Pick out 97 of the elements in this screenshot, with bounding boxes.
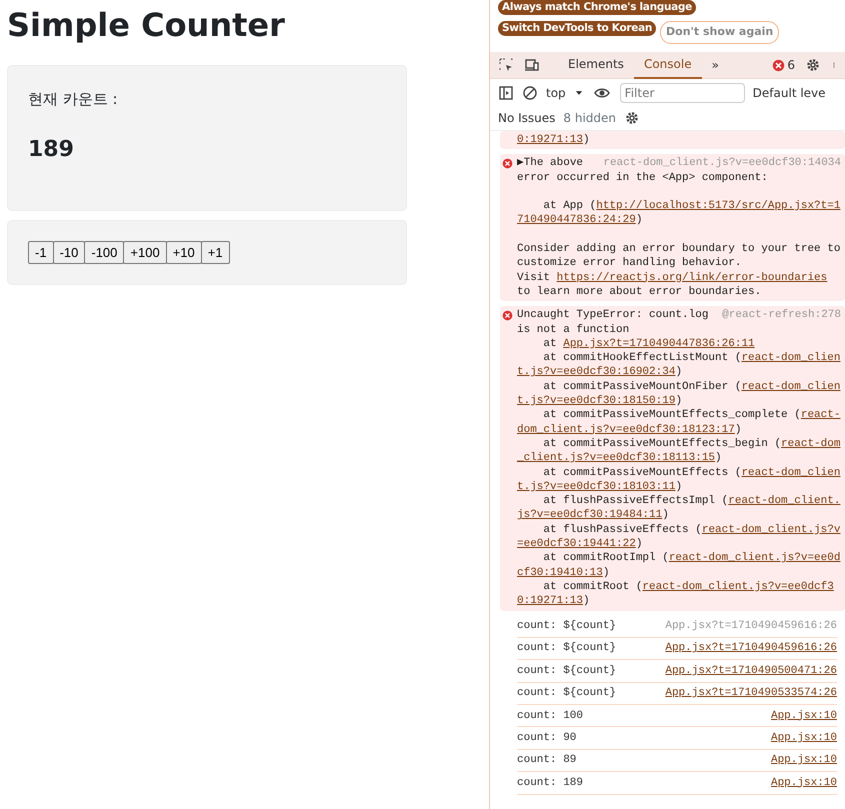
stack-link[interactable]: react-dom_client. bbox=[728, 495, 840, 508]
page-title: Simple Counter bbox=[7, 8, 286, 44]
sidebar-icon[interactable] bbox=[498, 84, 514, 100]
source-link[interactable]: App.jsx:10 bbox=[770, 708, 837, 724]
stack-link[interactable]: 710490447836:24:29 bbox=[517, 214, 636, 226]
devtools-tab[interactable]: Console bbox=[634, 52, 702, 78]
source-link[interactable]: App.jsx:10 bbox=[770, 730, 837, 746]
stack-link[interactable]: react-dom bbox=[781, 438, 840, 450]
message-text: at flushPassiveEffectsImpl ( bbox=[542, 495, 728, 508]
message-text: ) bbox=[636, 538, 642, 550]
devtools-tab[interactable]: Elements bbox=[558, 52, 634, 78]
stack-link[interactable]: react-dom_client.js?v bbox=[702, 524, 840, 536]
log-text: count: ${count} bbox=[517, 664, 616, 679]
log-text: count: ${count} bbox=[517, 686, 616, 702]
device-icon[interactable] bbox=[524, 57, 540, 73]
message-text: at commitPassiveMountEffects ( bbox=[542, 466, 742, 479]
context-dropdown[interactable]: top bbox=[546, 84, 584, 102]
stack-link[interactable]: js?v=ee0dcf30:19484:11 bbox=[517, 509, 662, 522]
issues-button[interactable]: No Issues bbox=[498, 109, 556, 127]
stack-link[interactable]: react-dom_client.js?v=ee0d bbox=[668, 552, 840, 564]
stack-link[interactable]: cf30:19410:13 bbox=[517, 566, 603, 579]
log-text: count: 100 bbox=[517, 708, 584, 724]
stack-link[interactable]: dom_client.js?v=ee0dcf30:18123:17 bbox=[517, 424, 735, 436]
log-text: count: ${count} bbox=[517, 641, 616, 656]
counter-button[interactable]: -10 bbox=[52, 240, 86, 264]
log-text: count: 189 bbox=[517, 776, 584, 791]
stack-link[interactable]: =ee0dcf30:19441:22 bbox=[517, 538, 636, 550]
log-text: count: 89 bbox=[517, 753, 576, 768]
stack-link[interactable]: react-dom_clien bbox=[741, 466, 840, 479]
count-label: 현재 카운트 : bbox=[28, 89, 119, 110]
inspect-icon[interactable] bbox=[498, 57, 514, 73]
message-text: at flushPassiveEffects ( bbox=[542, 524, 702, 536]
message-text: at commitPassiveMountEffects_complete ( bbox=[542, 409, 801, 422]
more-tabs-button[interactable]: » bbox=[712, 56, 719, 74]
message-text: ) bbox=[675, 395, 682, 408]
message-text: The above bbox=[524, 157, 584, 170]
message-text: ) bbox=[636, 214, 642, 226]
message-text: is not a function bbox=[517, 324, 630, 336]
banner-button[interactable]: Switch DevTools to Korean bbox=[498, 21, 656, 36]
source-link[interactable]: App.jsx:10 bbox=[770, 752, 837, 769]
counter-button[interactable]: -100 bbox=[84, 240, 124, 264]
message-text: ) bbox=[675, 366, 682, 378]
message-text: at App ( bbox=[542, 200, 596, 212]
hidden-count: 8 hidden bbox=[563, 110, 616, 127]
stack-link[interactable]: http://localhost:5173/src/App.jsx?t=1 bbox=[596, 200, 840, 212]
log-levels-dropdown[interactable]: Default leve bbox=[752, 84, 826, 102]
error-icon[interactable] bbox=[772, 58, 786, 72]
log-text: count: ${count} bbox=[517, 618, 616, 634]
settings-icon[interactable] bbox=[805, 57, 821, 73]
message-text: ) bbox=[715, 452, 722, 464]
banner-button[interactable]: Always match Chrome's language bbox=[498, 0, 696, 15]
stack-link[interactable]: App.jsx?t=1710490447836:26:11 bbox=[563, 338, 755, 350]
stack-link[interactable]: https://reactjs.org/link/error-boundaries bbox=[556, 272, 828, 284]
message-text: ) bbox=[675, 480, 682, 493]
stack-link[interactable]: react-dom_clien bbox=[741, 352, 840, 364]
counter-button[interactable]: -1 bbox=[28, 240, 54, 264]
counter-button[interactable]: +1 bbox=[200, 240, 230, 264]
message-text: at commitPassiveMountOnFiber ( bbox=[542, 380, 742, 393]
stack-link[interactable]: react-dom_clien bbox=[741, 380, 840, 393]
message-text: Visit bbox=[517, 272, 552, 284]
settings-icon[interactable] bbox=[624, 110, 640, 126]
message-text: at bbox=[542, 338, 558, 350]
stack-link[interactable]: react- bbox=[800, 409, 840, 422]
filter-field[interactable]: Filter bbox=[620, 82, 745, 102]
counter-button[interactable]: +10 bbox=[166, 240, 202, 264]
banner-button[interactable]: Don't show again bbox=[660, 21, 780, 44]
clear-icon[interactable] bbox=[522, 84, 538, 100]
source-link[interactable]: App.jsx?t=1710490459616:26 bbox=[665, 640, 837, 657]
stack-link[interactable]: 0:19271:13 bbox=[517, 595, 584, 608]
message-text: at commitHookEffectListMount ( bbox=[542, 352, 742, 364]
counter-button[interactable]: +100 bbox=[123, 240, 167, 264]
message-text: ) bbox=[583, 134, 590, 146]
expand-arrow[interactable]: ▶ bbox=[517, 157, 524, 170]
stack-link[interactable]: t.js?v=ee0dcf30:18103:11 bbox=[517, 480, 676, 493]
count-value: 189 bbox=[28, 136, 75, 164]
message-text: ) bbox=[734, 424, 742, 436]
log-text: count: 90 bbox=[517, 730, 576, 746]
message-text: Consider adding an error boundary to your tree to bbox=[517, 243, 840, 256]
message-text: Uncaught TypeError: count.log bbox=[517, 309, 710, 322]
source-link[interactable]: App.jsx:10 bbox=[770, 774, 837, 792]
message-text: to learn more about error boundaries. bbox=[517, 286, 762, 298]
stack-link[interactable]: t.js?v=ee0dcf30:18150:19 bbox=[517, 395, 676, 408]
stack-link[interactable]: react-dom_client.js?v=ee0dcf3 bbox=[642, 580, 834, 593]
stack-link[interactable]: t.js?v=ee0dcf30:16902:34 bbox=[517, 366, 676, 378]
message-text: ) bbox=[602, 566, 610, 579]
message-text: at commitRootImpl ( bbox=[542, 552, 669, 564]
message-text: at commitPassiveMountEffects_begin ( bbox=[542, 438, 782, 450]
message-text: ) bbox=[662, 509, 669, 522]
error-count: 6 bbox=[787, 57, 795, 74]
message-text: at commitRoot ( bbox=[542, 580, 642, 593]
message-text: ) bbox=[583, 595, 590, 608]
message-text: customize error handling behavior. bbox=[517, 257, 742, 270]
message-text: error occurred in the <App> component: bbox=[517, 172, 768, 184]
source-link[interactable]: App.jsx?t=1710490533574:26 bbox=[665, 685, 837, 702]
stack-link[interactable]: _client.js?v=ee0dcf30:18113:15 bbox=[517, 452, 716, 464]
stack-link[interactable]: 0:19271:13 bbox=[517, 134, 584, 146]
source-link[interactable]: App.jsx?t=1710490500471:26 bbox=[665, 662, 837, 680]
